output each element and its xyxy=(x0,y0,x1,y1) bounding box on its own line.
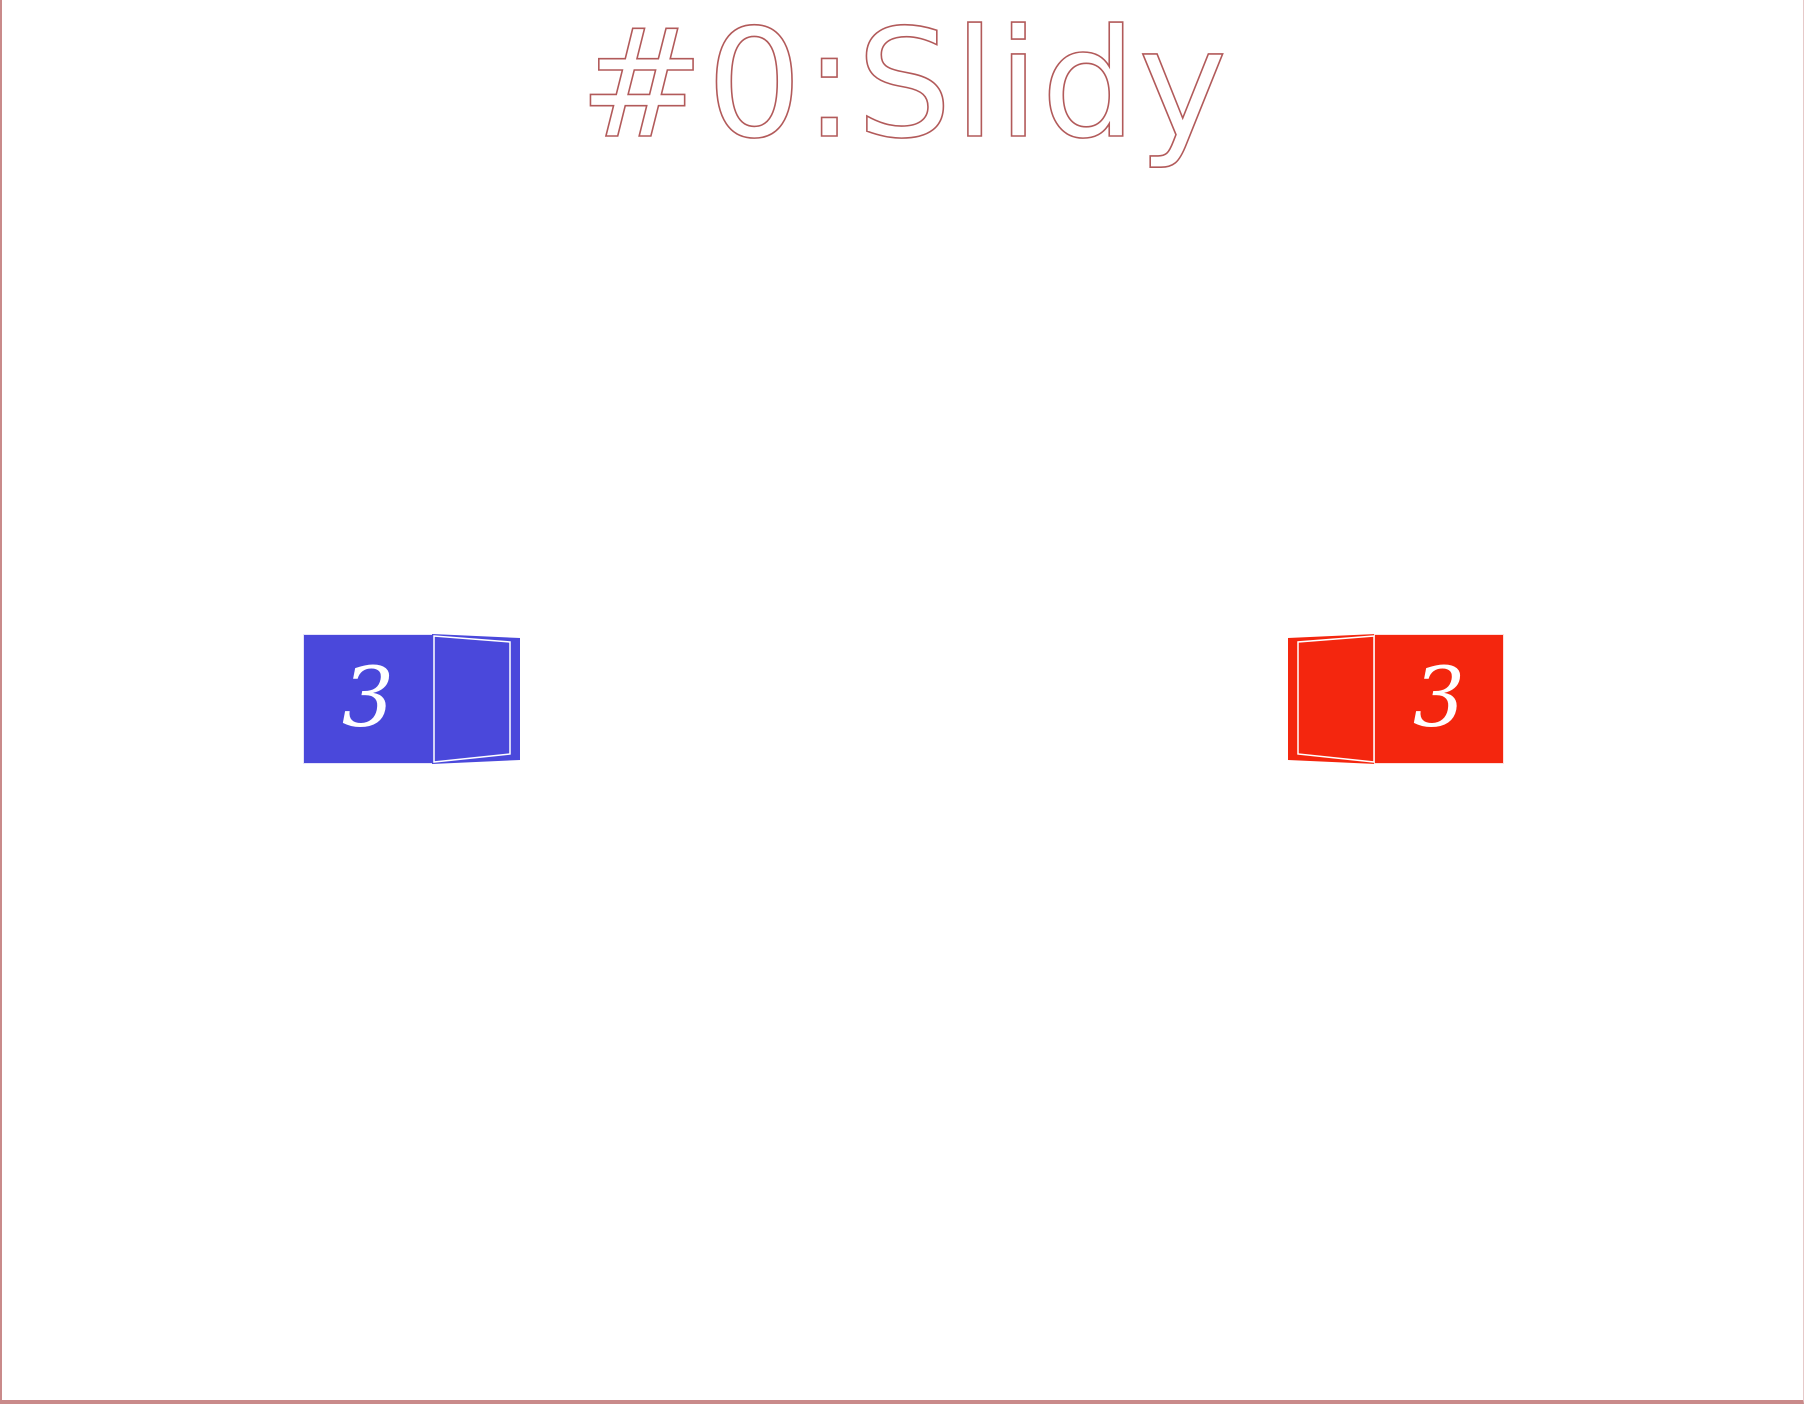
red-block-number: 3 xyxy=(1412,651,1466,746)
blue-slider-block[interactable]: 3 xyxy=(303,634,520,764)
red-block-side-face xyxy=(1288,634,1376,764)
blue-block-side-panel xyxy=(432,634,520,764)
red-block-side-panel xyxy=(1288,634,1376,764)
red-slider-block[interactable]: 3 xyxy=(1288,634,1504,764)
blue-block-side-face xyxy=(432,634,520,764)
level-title: #0:Slidy xyxy=(578,0,1230,172)
blue-block-number: 3 xyxy=(341,651,395,746)
blue-block-front-face: 3 xyxy=(303,634,433,764)
red-block-front-face: 3 xyxy=(1374,634,1504,764)
game-board[interactable]: #0:Slidy 3 3 xyxy=(0,0,1804,1404)
